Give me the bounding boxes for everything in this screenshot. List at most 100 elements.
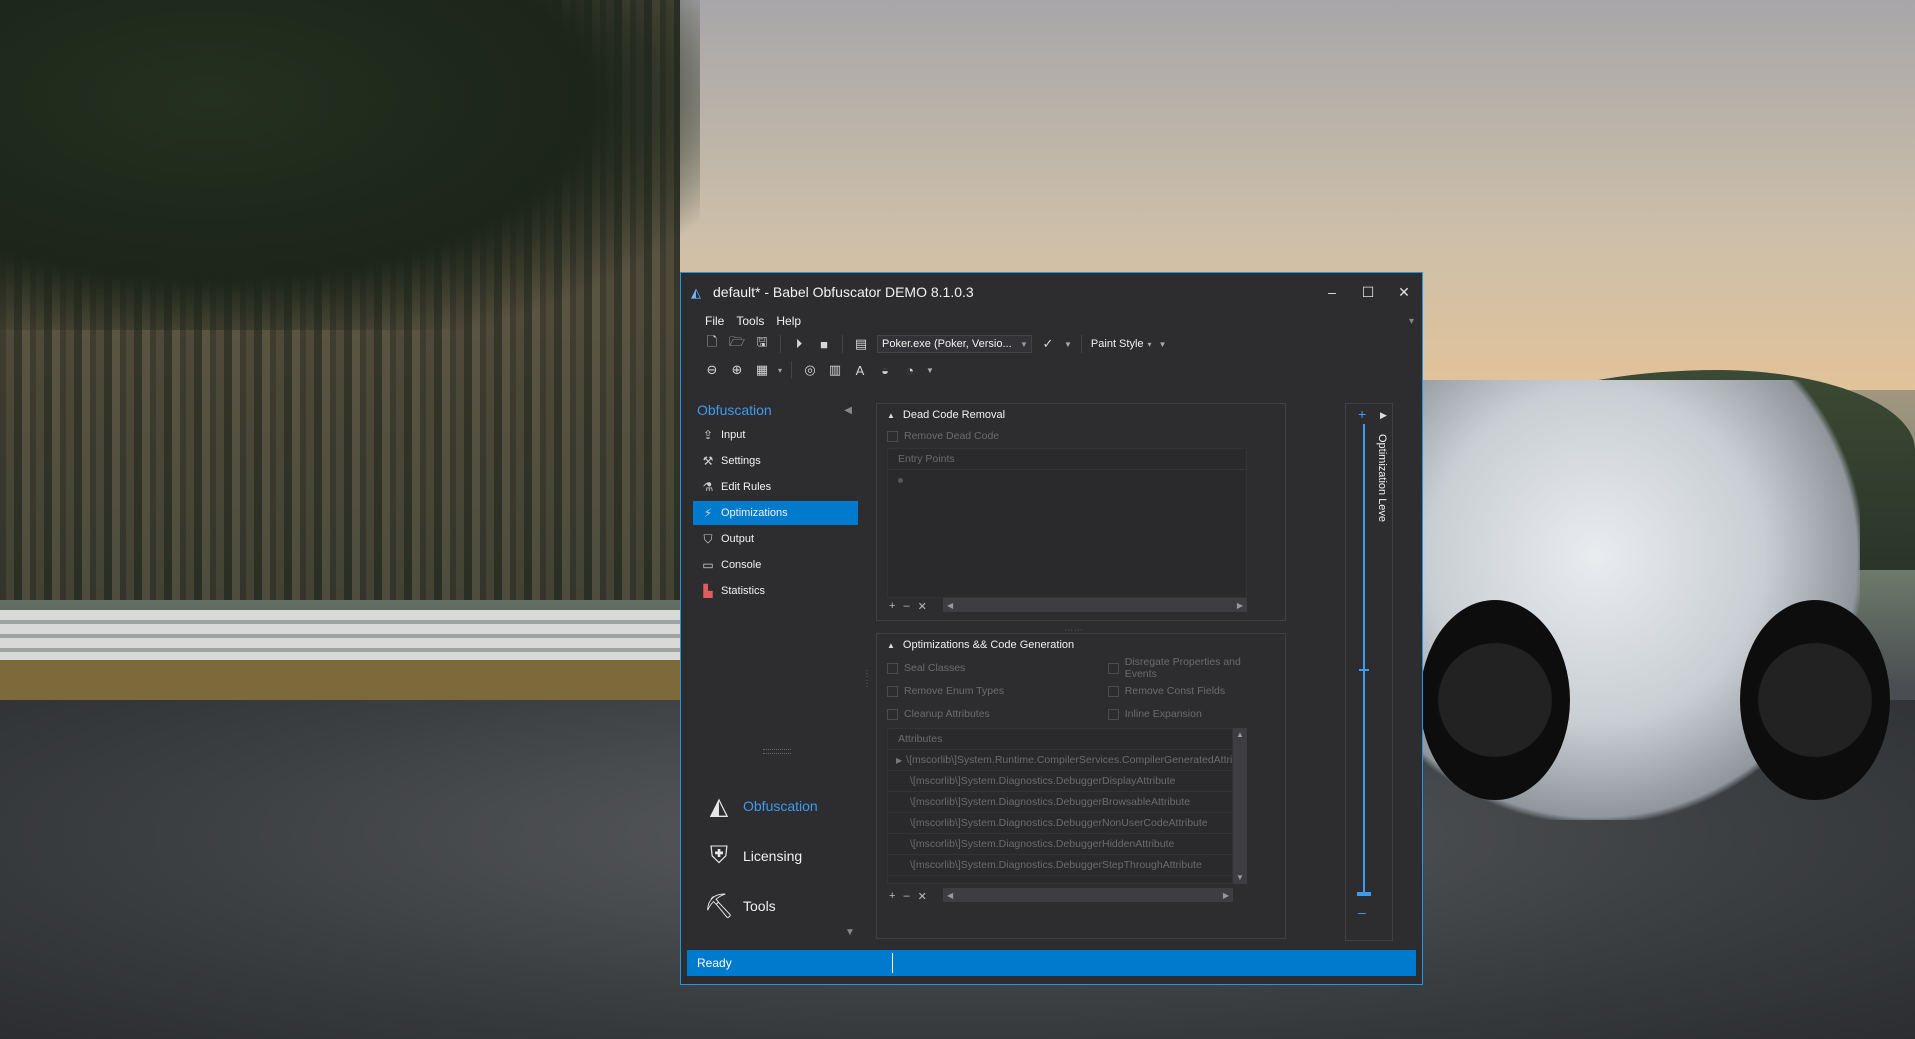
nav-item-settings[interactable]: ⚒ Settings: [693, 449, 858, 473]
nav-item-statistics[interactable]: ▙ Statistics: [693, 579, 858, 603]
nav-item-optimizations[interactable]: ⚡ Optimizations: [693, 501, 858, 525]
nav-item-output[interactable]: ⛉ Output: [693, 527, 858, 551]
nav-item-label: Statistics: [721, 585, 766, 597]
window-title: default* - Babel Obfuscator DEMO 8.1.0.3: [713, 284, 974, 300]
checkbox-label: Disregate Properties and Events: [1124, 656, 1241, 680]
nav-item-console[interactable]: ▭ Console: [693, 553, 858, 577]
pie-icon[interactable]: ◔: [901, 361, 919, 379]
scroll-up-icon[interactable]: ▲: [1236, 730, 1244, 739]
app-window: ◭ default* - Babel Obfuscator DEMO 8.1.0…: [680, 272, 1423, 985]
remove-dead-code-checkbox[interactable]: Remove Dead Code: [877, 426, 1285, 446]
remove-const-fields-checkbox[interactable]: Remove Const Fields: [1107, 681, 1275, 701]
add-row-button[interactable]: +: [889, 600, 895, 612]
seal-classes-checkbox[interactable]: Seal Classes: [887, 658, 1108, 678]
attribute-row[interactable]: \[mscorlib\]System.Diagnostics.DebuggerS…: [888, 855, 1232, 876]
disregate-properties-checkbox[interactable]: Disregate Properties and Events: [1107, 656, 1275, 680]
chevron-down-icon[interactable]: ▾: [778, 366, 782, 375]
vertical-splitter-grip[interactable]: ⋯⋯: [862, 669, 872, 689]
collapse-triangle-icon: ▲: [887, 640, 895, 650]
add-row-button[interactable]: +: [889, 890, 895, 902]
row-expand-icon[interactable]: ▶: [896, 756, 902, 765]
console-icon: ▭: [702, 558, 714, 572]
scroll-right-icon[interactable]: ▶: [1223, 891, 1229, 900]
run-icon[interactable]: ⏵: [790, 335, 808, 353]
collapse-pane-icon[interactable]: ◀: [844, 405, 852, 416]
menu-tools[interactable]: Tools: [736, 314, 764, 328]
inline-expansion-checkbox[interactable]: Inline Expansion: [1107, 704, 1275, 724]
target-icon[interactable]: ◎: [801, 361, 819, 379]
toolbar-overflow-icon[interactable]: ▼: [926, 366, 934, 375]
section-tools[interactable]: ⛏ Tools: [701, 881, 861, 931]
open-project-icon[interactable]: 🗁: [728, 334, 746, 353]
section-licensing[interactable]: ⛨ Licensing: [701, 831, 861, 881]
level-slider-track[interactable]: [1363, 424, 1365, 894]
gauge-icon[interactable]: ◒: [876, 361, 894, 379]
paint-style-dropdown[interactable]: Paint Style ▾: [1091, 338, 1152, 350]
menu-help[interactable]: Help: [776, 314, 801, 328]
grid-toolbar: + – ✕: [889, 598, 927, 614]
forward-icon[interactable]: ⊕: [728, 361, 746, 379]
pane-splitter-grip[interactable]: [763, 749, 791, 754]
remove-enum-types-checkbox[interactable]: Remove Enum Types: [887, 681, 1108, 701]
title-bar[interactable]: ◭ default* - Babel Obfuscator DEMO 8.1.0…: [681, 273, 1422, 311]
chart-icon[interactable]: ▥: [826, 361, 844, 379]
clear-rows-button[interactable]: ✕: [918, 890, 927, 903]
more-sections-icon[interactable]: ▼: [845, 927, 855, 938]
level-decrease-button[interactable]: –: [1358, 904, 1366, 920]
checkbox-box: [887, 708, 898, 720]
horizontal-scrollbar[interactable]: ◀ ▶: [943, 598, 1247, 612]
attribute-row[interactable]: ▶ \[mscorlib\]System.Runtime.CompilerSer…: [888, 750, 1232, 771]
group-header[interactable]: ▲ Optimizations && Code Generation: [877, 634, 1285, 656]
menu-overflow-icon[interactable]: ▾: [1409, 316, 1414, 327]
checkbox-label: Remove Const Fields: [1124, 685, 1226, 697]
scroll-right-icon[interactable]: ▶: [1237, 601, 1243, 610]
horizontal-scrollbar[interactable]: ◀ ▶: [943, 888, 1233, 902]
menu-bar: File Tools Help ▾: [681, 311, 1422, 331]
color-grid-icon[interactable]: ▦: [753, 361, 771, 379]
nav-item-input[interactable]: ⇪ Input: [693, 423, 858, 447]
nav-item-edit-rules[interactable]: ⚗ Edit Rules: [693, 475, 858, 499]
nav-header: Obfuscation ◀: [693, 399, 858, 421]
close-button[interactable]: ✕: [1386, 273, 1422, 311]
attribute-row[interactable]: \[mscorlib\]System.Diagnostics.DebuggerN…: [888, 813, 1232, 834]
level-slider-thumb[interactable]: [1357, 892, 1371, 896]
save-icon[interactable]: 🖫: [753, 334, 771, 353]
vertical-scrollbar[interactable]: ▲ ▼: [1233, 728, 1247, 884]
scroll-down-icon[interactable]: ▼: [1236, 873, 1244, 882]
scroll-left-icon[interactable]: ◀: [947, 891, 953, 900]
checkbox-box: [887, 662, 898, 674]
level-slider-tick: [1359, 669, 1369, 671]
obfuscation-icon: ◭: [709, 792, 729, 820]
minimize-button[interactable]: –: [1314, 273, 1350, 311]
checkbox-box: [887, 685, 898, 697]
remove-row-button[interactable]: –: [903, 890, 909, 902]
input-icon: ⇪: [702, 428, 714, 442]
attribute-row[interactable]: \[mscorlib\]System.Diagnostics.DebuggerB…: [888, 792, 1232, 813]
assembly-combo[interactable]: Poker.exe (Poker, Versio... ▼: [877, 335, 1032, 353]
menu-file[interactable]: File: [705, 314, 724, 328]
clear-rows-button[interactable]: ✕: [918, 600, 927, 613]
attribute-row[interactable]: \[mscorlib\]System.Diagnostics.DebuggerH…: [888, 834, 1232, 855]
toolbar-overflow-icon[interactable]: ▼: [1159, 340, 1167, 349]
settings-icon: ⚒: [702, 454, 714, 468]
verify-icon[interactable]: ✓: [1039, 335, 1057, 353]
navigation-pane: Obfuscation ◀ ⇪ Input ⚒ Settings ⚗ Edit …: [693, 399, 858, 947]
group-header[interactable]: ▲ Dead Code Removal: [877, 404, 1285, 426]
remove-row-button[interactable]: –: [903, 600, 909, 612]
attribute-row[interactable]: \[mscorlib\]System.Diagnostics.DebuggerD…: [888, 771, 1232, 792]
nav-item-label: Settings: [721, 455, 761, 467]
chevron-down-icon[interactable]: ▼: [1064, 340, 1072, 349]
wallpaper-car-wheel: [1420, 600, 1570, 800]
maximize-button[interactable]: ☐: [1350, 273, 1386, 311]
attribute-name: \[mscorlib\]System.Diagnostics.DebuggerS…: [910, 859, 1202, 871]
level-increase-button[interactable]: +: [1358, 406, 1366, 422]
stop-icon[interactable]: ■: [815, 335, 833, 353]
scroll-left-icon[interactable]: ◀: [947, 601, 953, 610]
new-file-icon[interactable]: 🗋: [703, 334, 721, 353]
attribute-name: \[mscorlib\]System.Diagnostics.DebuggerH…: [910, 838, 1175, 850]
section-obfuscation[interactable]: ◭ Obfuscation: [701, 781, 861, 831]
cleanup-attributes-checkbox[interactable]: Cleanup Attributes: [887, 704, 1108, 724]
expand-pane-icon[interactable]: ▶: [1380, 410, 1387, 421]
back-icon[interactable]: ⊖: [703, 361, 721, 379]
font-icon[interactable]: A: [851, 361, 869, 379]
